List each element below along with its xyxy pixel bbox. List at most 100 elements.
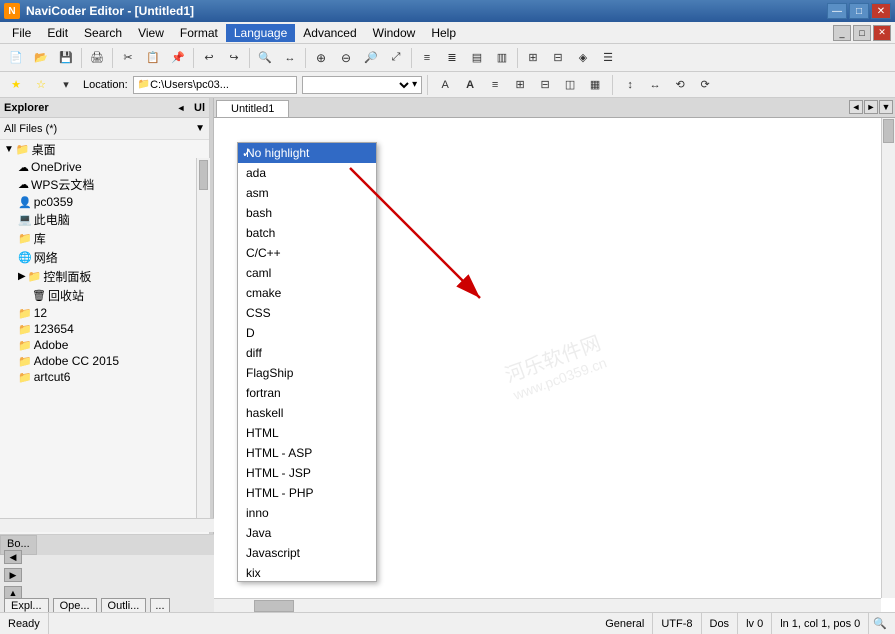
lang-caml[interactable]: caml: [238, 263, 376, 283]
lang-haskell[interactable]: haskell: [238, 403, 376, 423]
location-input[interactable]: [150, 79, 292, 91]
menu-search[interactable]: Search: [76, 24, 130, 42]
expl-tab[interactable]: Expl...: [4, 598, 49, 612]
star-btn2[interactable]: ☆: [29, 74, 53, 96]
format-btn3[interactable]: ⊟: [533, 74, 557, 96]
maximize-button[interactable]: □: [849, 3, 869, 19]
tb-btn10[interactable]: ▥: [490, 47, 514, 69]
left-icon-1[interactable]: ◀: [4, 550, 22, 564]
tree-item-computer[interactable]: 💻 此电脑: [0, 210, 209, 229]
editor-hscrollbar[interactable]: [214, 598, 881, 612]
tree-item-library[interactable]: 📁 库: [0, 229, 209, 248]
zoom-page-btn[interactable]: 🔎: [359, 47, 383, 69]
tb-btn12[interactable]: ⊟: [546, 47, 570, 69]
text-size-btn[interactable]: A: [433, 74, 457, 96]
undo-btn[interactable]: ↩: [197, 47, 221, 69]
tb-btn8[interactable]: ≣: [440, 47, 464, 69]
lang-cmake[interactable]: cmake: [238, 283, 376, 303]
editor-vscrollbar[interactable]: [881, 118, 895, 598]
tab-scroll-right[interactable]: ►: [864, 100, 878, 114]
zoom-fit-btn[interactable]: ⤢: [384, 47, 408, 69]
tb-btn14[interactable]: ☰: [596, 47, 620, 69]
lang-batch[interactable]: batch: [238, 223, 376, 243]
status-search-icon[interactable]: 🔍: [869, 617, 891, 630]
tree-item-pc[interactable]: 👤 pc0359: [0, 194, 209, 210]
more-tab[interactable]: ...: [150, 598, 169, 612]
bold-btn[interactable]: A: [458, 74, 482, 96]
zoom-in-btn[interactable]: ⊕: [309, 47, 333, 69]
lang-java[interactable]: Java: [238, 523, 376, 543]
lang-html-asp[interactable]: HTML - ASP: [238, 443, 376, 463]
menu-format[interactable]: Format: [172, 24, 226, 42]
lang-asm[interactable]: asm: [238, 183, 376, 203]
lang-no-highlight[interactable]: ✓ No highlight: [238, 143, 376, 163]
tb-extra2[interactable]: ↔: [643, 74, 667, 96]
menu-help[interactable]: Help: [423, 24, 464, 42]
lang-diff[interactable]: diff: [238, 343, 376, 363]
minimize-button[interactable]: —: [827, 3, 847, 19]
outli-tab[interactable]: Outli...: [101, 598, 147, 612]
print-btn[interactable]: 🖨: [85, 47, 109, 69]
lang-cpp[interactable]: C/C++: [238, 243, 376, 263]
lang-inno[interactable]: inno: [238, 503, 376, 523]
hscroll-thumb[interactable]: [254, 600, 294, 612]
tb-extra4[interactable]: ⟳: [693, 74, 717, 96]
lang-kix[interactable]: kix: [238, 563, 376, 582]
tree-item-desktop[interactable]: ▼ 📁 桌面: [0, 140, 209, 159]
close-button[interactable]: ✕: [871, 3, 891, 19]
menu-window[interactable]: Window: [365, 24, 424, 42]
tab-dropdown[interactable]: ▼: [879, 100, 893, 114]
format-btn4[interactable]: ◫: [558, 74, 582, 96]
copy-btn[interactable]: 📋: [141, 47, 165, 69]
zoom-out-btn[interactable]: ⊖: [334, 47, 358, 69]
menu-view[interactable]: View: [130, 24, 172, 42]
lang-flagship[interactable]: FlagShip: [238, 363, 376, 383]
open-tab[interactable]: Ope...: [53, 598, 97, 612]
tree-item-artcut[interactable]: 📁 artcut6: [0, 369, 209, 385]
format-btn5[interactable]: ▦: [583, 74, 607, 96]
editor-minimize-btn[interactable]: _: [833, 25, 851, 41]
save-btn[interactable]: 💾: [54, 47, 78, 69]
replace-btn[interactable]: ↔: [278, 47, 302, 69]
search-btn[interactable]: 🔍: [253, 47, 277, 69]
lang-html[interactable]: HTML: [238, 423, 376, 443]
tb-extra3[interactable]: ⟲: [668, 74, 692, 96]
arrow-down-btn[interactable]: ▾: [54, 74, 78, 96]
redo-btn[interactable]: ↪: [222, 47, 246, 69]
filter-select[interactable]: [307, 78, 412, 92]
lang-javascript[interactable]: Javascript: [238, 543, 376, 563]
tab-scroll-left[interactable]: ◄: [849, 100, 863, 114]
tree-item-wps[interactable]: ☁ WPS云文档: [0, 175, 209, 194]
vscroll-thumb[interactable]: [883, 119, 894, 143]
menu-edit[interactable]: Edit: [39, 24, 76, 42]
left-icon-2[interactable]: ▶: [4, 568, 22, 582]
tree-item-onedrive[interactable]: ☁ OneDrive: [0, 159, 209, 175]
scrollbar-thumb[interactable]: [199, 160, 208, 190]
editor-tab-untitled[interactable]: Untitled1: [216, 100, 289, 117]
lang-html-jsp[interactable]: HTML - JSP: [238, 463, 376, 483]
tree-item-adobe-cc[interactable]: 📁 Adobe CC 2015: [0, 353, 209, 369]
editor-restore-btn[interactable]: □: [853, 25, 871, 41]
paste-btn[interactable]: 📌: [166, 47, 190, 69]
tree-item-network[interactable]: 🌐 网络: [0, 248, 209, 267]
tree-item-control[interactable]: ▶ 📁 控制面板: [0, 267, 209, 286]
star-btn1[interactable]: ★: [4, 74, 28, 96]
format-btn1[interactable]: ≡: [483, 74, 507, 96]
lang-html-php[interactable]: HTML - PHP: [238, 483, 376, 503]
menu-language[interactable]: Language: [226, 24, 295, 42]
lang-ada[interactable]: ada: [238, 163, 376, 183]
tb-btn13[interactable]: ◈: [571, 47, 595, 69]
tree-item-adobe[interactable]: 📁 Adobe: [0, 337, 209, 353]
open-file-btn[interactable]: 📂: [29, 47, 53, 69]
new-file-btn[interactable]: 📄: [4, 47, 28, 69]
collapse-panel-btn[interactable]: ◄: [174, 101, 188, 115]
tb-btn7[interactable]: ≡: [415, 47, 439, 69]
menu-file[interactable]: File: [4, 24, 39, 42]
lang-css[interactable]: CSS: [238, 303, 376, 323]
menu-advanced[interactable]: Advanced: [295, 24, 364, 42]
tb-extra1[interactable]: ↕: [618, 74, 642, 96]
tb-btn9[interactable]: ▤: [465, 47, 489, 69]
tree-item-123654[interactable]: 📁 123654: [0, 321, 209, 337]
lang-bash[interactable]: bash: [238, 203, 376, 223]
tb-btn11[interactable]: ⊞: [521, 47, 545, 69]
